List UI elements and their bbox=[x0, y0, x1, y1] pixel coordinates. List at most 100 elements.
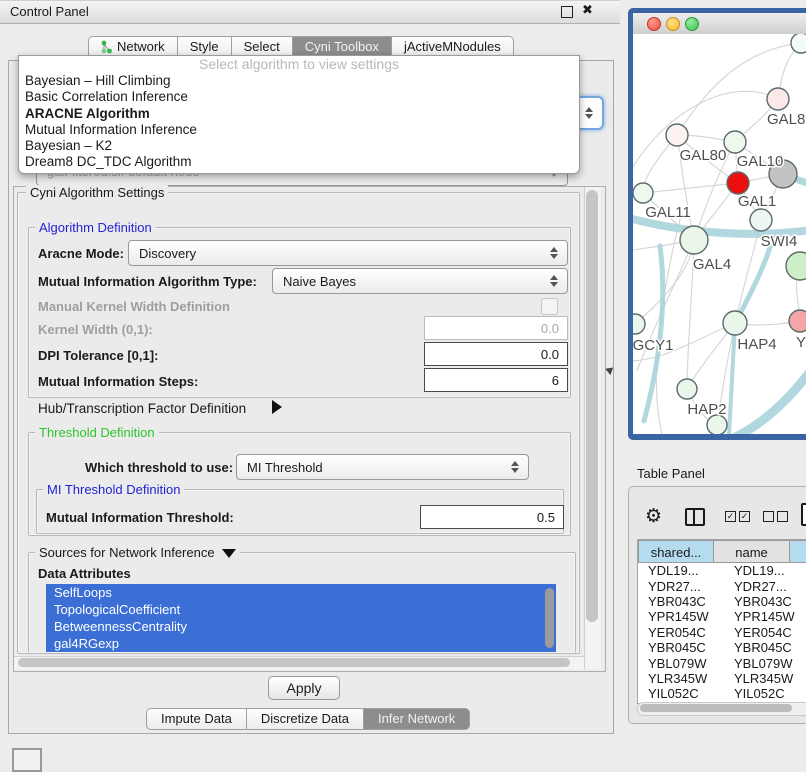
float-window-icon[interactable] bbox=[561, 6, 573, 18]
tab-impute-data[interactable]: Impute Data bbox=[146, 708, 247, 730]
network-window[interactable]: GAL8GAL80GAL10GAL1GAL11SWI4GAL4GCY1HAP4Y… bbox=[628, 8, 806, 440]
control-panel-title: Control Panel bbox=[10, 4, 89, 19]
table-row[interactable]: YBL079WYBL079W bbox=[638, 655, 806, 670]
network-node-gal4[interactable] bbox=[680, 226, 708, 254]
data-attribute-item[interactable]: gal4RGexp bbox=[46, 635, 556, 652]
data-attribute-item[interactable]: BetweennessCentrality bbox=[46, 618, 556, 635]
new-table-icon[interactable] bbox=[801, 503, 806, 526]
manual-kernel-label: Manual Kernel Width Definition bbox=[38, 299, 230, 314]
network-node-swi4[interactable] bbox=[750, 209, 772, 231]
aracne-mode-combo[interactable]: Discovery bbox=[128, 240, 568, 266]
which-threshold-combo[interactable]: MI Threshold bbox=[236, 454, 529, 480]
table-cell: YBR043C bbox=[724, 594, 806, 609]
tab-discretize-data[interactable]: Discretize Data bbox=[247, 708, 364, 730]
table-hscrollbar[interactable] bbox=[637, 702, 806, 716]
spinner-arrows-icon bbox=[545, 275, 563, 287]
network-canvas[interactable]: GAL8GAL80GAL10GAL1GAL11SWI4GAL4GCY1HAP4Y… bbox=[633, 34, 806, 434]
table-row[interactable]: YLR345WYLR345W9. bbox=[638, 671, 806, 686]
table-row[interactable]: YDR27...YDR27...12 bbox=[638, 578, 806, 593]
minimize-traffic-light[interactable] bbox=[666, 17, 680, 31]
algorithm-option[interactable]: Bayesian – Hill Climbing bbox=[19, 73, 579, 89]
table-row[interactable]: YPR145WYPR145W9. bbox=[638, 609, 806, 624]
sources-title-text: Sources for Network Inference bbox=[39, 545, 215, 560]
algorithm-option[interactable]: Bayesian – K2 bbox=[19, 138, 579, 154]
table-row[interactable]: YBR043CYBR043C bbox=[638, 594, 806, 609]
network-window-titlebar[interactable] bbox=[633, 13, 806, 35]
mi-steps-value: 6 bbox=[552, 373, 559, 388]
mi-type-combo[interactable]: Naive Bayes bbox=[272, 268, 568, 294]
tab-infer-network[interactable]: Infer Network bbox=[364, 708, 470, 730]
manual-kernel-checkbox[interactable] bbox=[541, 298, 558, 315]
close-traffic-light[interactable] bbox=[647, 17, 661, 31]
sources-group-title[interactable]: Sources for Network Inference bbox=[35, 545, 240, 560]
apply-button[interactable]: Apply bbox=[268, 676, 340, 700]
split-columns-divider bbox=[693, 510, 695, 524]
table-cell: YDR27... bbox=[724, 579, 806, 594]
close-icon[interactable]: ✖ bbox=[582, 2, 593, 18]
table-hscrollbar-thumb[interactable] bbox=[640, 704, 792, 712]
zoom-traffic-light[interactable] bbox=[685, 17, 699, 31]
network-node-gal8[interactable] bbox=[767, 88, 789, 110]
list-scrollbar-thumb[interactable] bbox=[545, 588, 554, 648]
network-edge-highlighted[interactable] bbox=[727, 361, 806, 434]
settings-gear-icon[interactable]: ⚙ bbox=[645, 505, 662, 527]
algorithm-option[interactable]: Mutual Information Inference bbox=[19, 122, 579, 138]
table-row[interactable]: YDL19...YDL19...13 bbox=[638, 563, 806, 578]
mi-threshold-group-title: MI Threshold Definition bbox=[43, 482, 184, 497]
network-node-label: HAP2 bbox=[687, 401, 726, 418]
table-cell: YPR145W bbox=[724, 609, 806, 624]
data-attributes-list[interactable]: SelfLoopsTopologicalCoefficientBetweenne… bbox=[46, 584, 556, 652]
expand-arrow-icon[interactable] bbox=[272, 400, 282, 414]
spinner-up-icon bbox=[585, 107, 593, 112]
column-header-hidden[interactable] bbox=[790, 540, 806, 563]
settings-hscrollbar-thumb[interactable] bbox=[18, 658, 570, 667]
table-cell: YIL052C bbox=[724, 686, 806, 701]
network-edge[interactable] bbox=[643, 183, 738, 193]
algorithm-option[interactable]: ARACNE Algorithm bbox=[19, 106, 579, 122]
table-cell: YDR27... bbox=[638, 579, 724, 594]
network-node-gal80[interactable] bbox=[666, 124, 688, 146]
dpi-tolerance-label: DPI Tolerance [0,1]: bbox=[38, 348, 158, 363]
table-panel-title: Table Panel bbox=[637, 466, 705, 481]
network-node-hap4[interactable] bbox=[723, 311, 747, 335]
table-row[interactable]: YBR045CYBR045C9. bbox=[638, 640, 806, 655]
data-attributes-label: Data Attributes bbox=[38, 566, 131, 581]
network-node[interactable] bbox=[786, 252, 806, 280]
network-node-gal10[interactable] bbox=[724, 131, 746, 153]
column-header-shared...[interactable]: shared... bbox=[638, 540, 714, 563]
network-node-gal11[interactable] bbox=[633, 183, 653, 203]
checked-box: ✓ bbox=[739, 511, 750, 522]
data-attribute-item[interactable]: SelfLoops bbox=[46, 584, 556, 601]
hub-definition-label[interactable]: Hub/Transcription Factor Definition bbox=[38, 401, 246, 416]
mi-steps-field[interactable]: 6 bbox=[424, 368, 568, 392]
mi-threshold-field[interactable]: 0.5 bbox=[420, 505, 564, 529]
aracne-mode-value: Discovery bbox=[129, 246, 545, 261]
network-node[interactable] bbox=[791, 34, 806, 53]
algorithm-option[interactable]: Basic Correlation Inference bbox=[19, 89, 579, 105]
kernel-width-field[interactable]: 0.0 bbox=[424, 316, 568, 340]
network-edge-highlighted[interactable] bbox=[644, 246, 663, 421]
network-edge-highlighted[interactable] bbox=[735, 241, 772, 323]
table-row[interactable]: YER054CYER054C8. bbox=[638, 625, 806, 640]
algorithm-option[interactable]: Dream8 DC_TDC Algorithm bbox=[19, 154, 579, 170]
apply-button-label: Apply bbox=[286, 680, 321, 696]
table-row[interactable]: YIL052CYIL052C9. bbox=[638, 686, 806, 701]
network-node-label: GAL10 bbox=[737, 153, 784, 170]
column-header-name[interactable]: name bbox=[714, 540, 790, 563]
network-node-y[interactable] bbox=[789, 310, 806, 332]
network-node-hap2[interactable] bbox=[677, 379, 697, 399]
table-cell: YLR345W bbox=[638, 671, 724, 686]
settings-vscrollbar-thumb[interactable] bbox=[586, 190, 598, 622]
minimized-panel-icon[interactable] bbox=[12, 748, 42, 772]
show-columns-checked-icon[interactable]: ✓ ✓ bbox=[725, 511, 750, 522]
split-columns-icon[interactable] bbox=[685, 508, 705, 526]
hide-columns-unchecked-icon[interactable] bbox=[763, 511, 788, 522]
data-attribute-item[interactable]: TopologicalCoefficient bbox=[46, 601, 556, 618]
table-cell: YBR045C bbox=[638, 640, 724, 655]
mi-steps-label: Mutual Information Steps: bbox=[38, 374, 198, 389]
dpi-tolerance-value: 0.0 bbox=[541, 347, 559, 362]
cyni-algorithm-settings-title: Cyni Algorithm Settings bbox=[26, 185, 168, 200]
network-node-gal1[interactable] bbox=[727, 172, 749, 194]
dpi-tolerance-field[interactable]: 0.0 bbox=[424, 342, 568, 366]
which-threshold-label: Which threshold to use: bbox=[85, 460, 233, 475]
